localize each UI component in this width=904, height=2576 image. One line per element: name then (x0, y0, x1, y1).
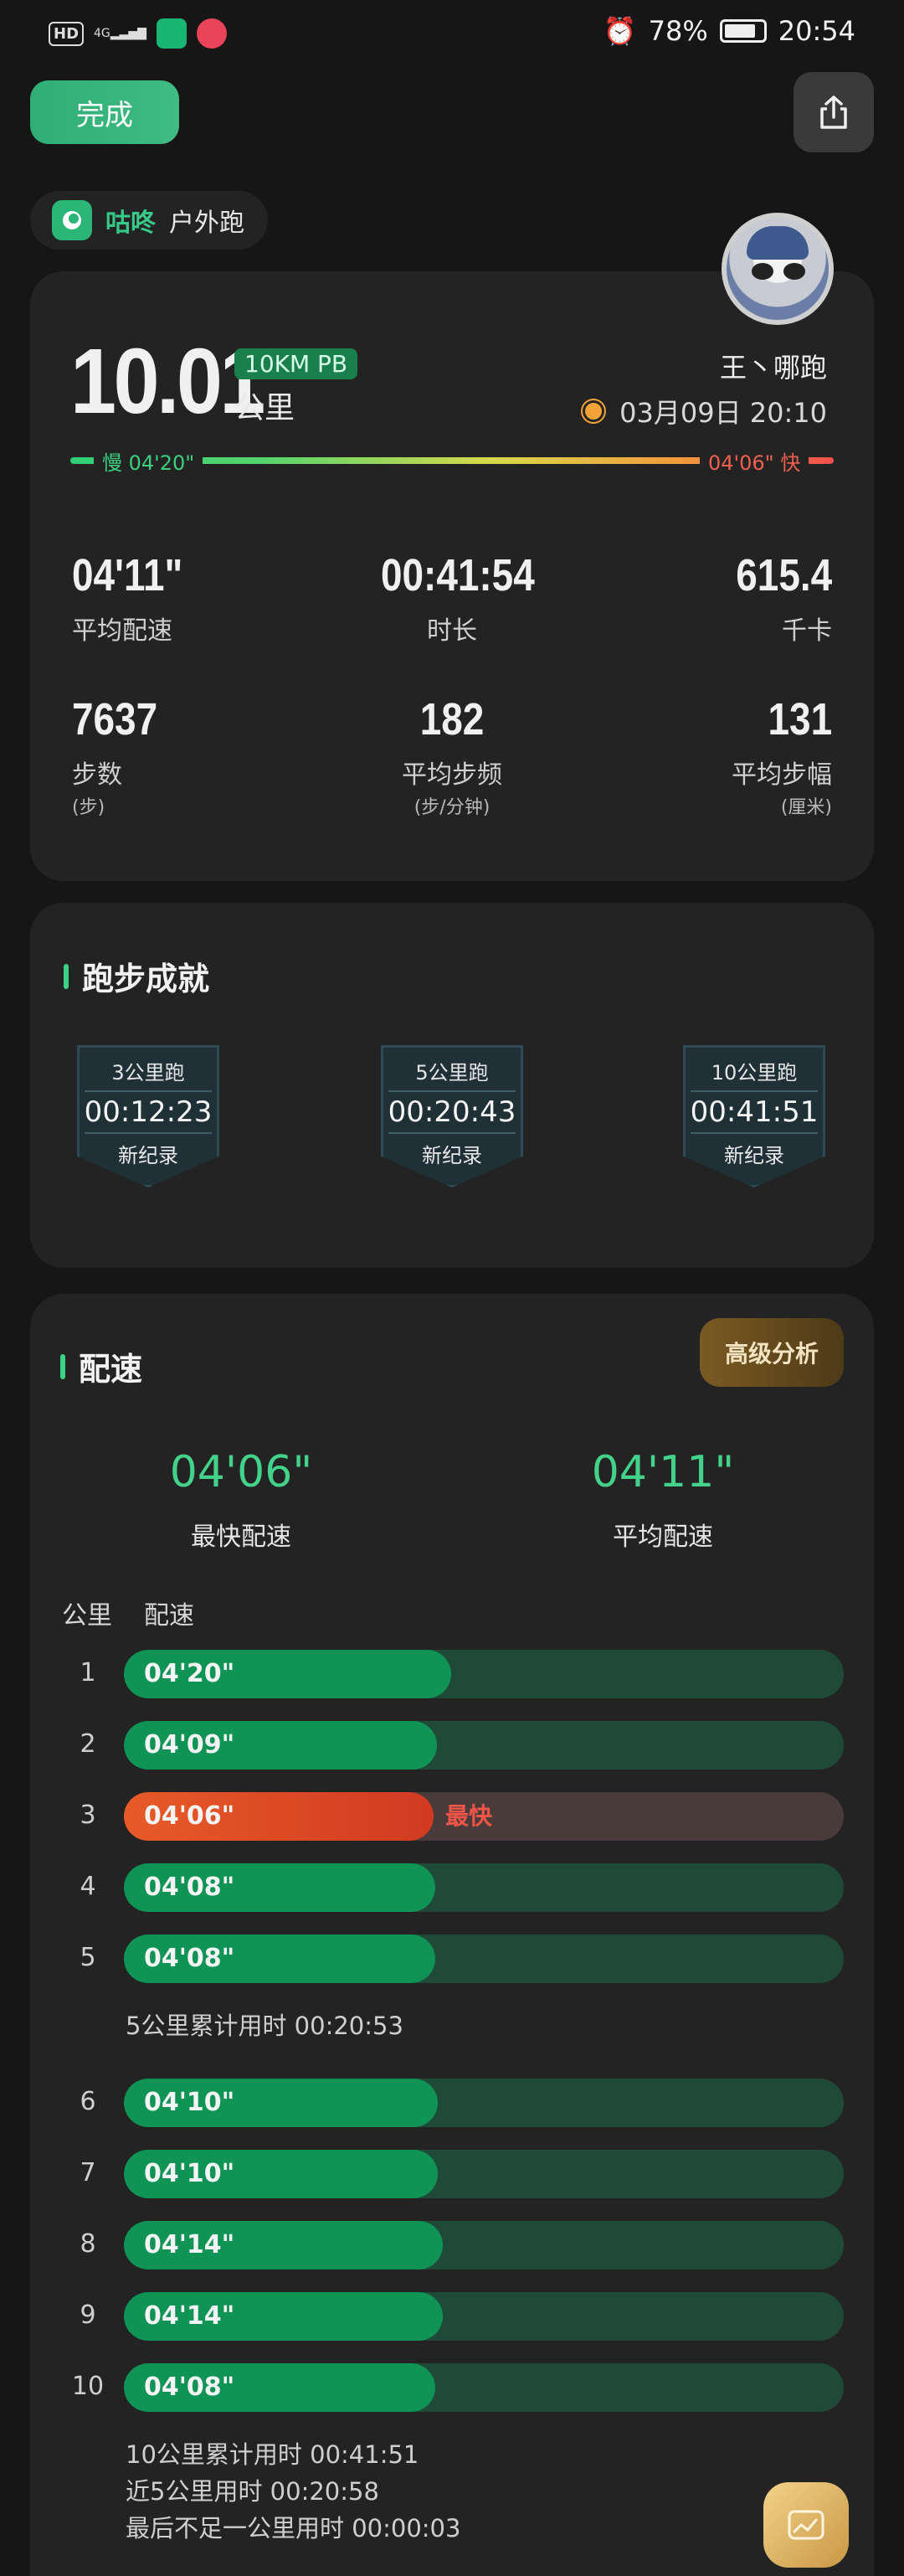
codoon-logo-icon (52, 200, 92, 240)
split-km-number: 2 (80, 1729, 96, 1759)
fastest-pace-value: 04'06" (169, 1447, 313, 1497)
sport-type-tag: 咕咚 户外跑 (30, 191, 268, 250)
medal-record: 新纪录 (422, 1144, 482, 1167)
column-header-km: 公里 (62, 1601, 112, 1631)
split-bar-track: 04'14" (124, 2221, 844, 2269)
split-km-number: 6 (80, 2087, 96, 2116)
split-pace-label: 04'08" (144, 1873, 235, 1902)
stat-unit-cadence: (步/分钟) (413, 797, 491, 818)
done-button[interactable]: 完成 (30, 80, 179, 144)
split-km-number: 1 (80, 1658, 96, 1687)
medal-record: 新纪录 (118, 1144, 178, 1167)
status-left: HD 4G▂▃▅▇ (49, 18, 227, 49)
brand-name: 咕咚 (105, 209, 156, 238)
split-bar-track: 04'06" 最快 (124, 1792, 844, 1841)
split-bar-track: 04'08" (124, 1863, 844, 1912)
split-km-number: 4 (80, 1872, 96, 1901)
stat-label-calories: 千卡 (782, 616, 832, 646)
split-pace-label: 04'08" (144, 1944, 235, 1973)
split-pace-label: 04'14" (144, 2301, 235, 2331)
medal-name: 5公里跑 (415, 1061, 489, 1084)
stat-value-cadence: 182 (419, 694, 485, 744)
split-bar-track: 04'10" (124, 2079, 844, 2127)
network-type: 4G (94, 27, 110, 40)
run-datetime: 03月09日 20:10 (619, 397, 827, 429)
avatar[interactable] (722, 213, 834, 325)
average-pace-value: 04'11" (591, 1447, 735, 1497)
split-km-number: 7 (80, 2158, 96, 2187)
split-bar-track: 04'08" (124, 2363, 844, 2412)
medal-time: 00:20:43 (388, 1090, 516, 1134)
stat-value-duration: 00:41:54 (381, 550, 535, 600)
note-last-5km: 近5公里用时 00:20:58 (126, 2477, 379, 2506)
share-icon (820, 95, 847, 129)
note-10km-total: 10公里累计用时 00:41:51 (126, 2440, 419, 2469)
split-pace-label: 04'10" (144, 2088, 235, 2117)
floating-share-card-button[interactable] (763, 2482, 849, 2568)
split-bar-track: 04'08" (124, 1935, 844, 1983)
alarm-icon: ⏰ (603, 15, 637, 47)
pace-slow-label: 慢 04'20" (94, 446, 203, 475)
battery-icon (719, 19, 767, 43)
medal-time: 00:12:23 (84, 1090, 213, 1134)
sun-icon (579, 397, 608, 425)
achievements-title: 跑步成就 (64, 953, 209, 999)
pace-fast-label: 04'06" 快 (700, 446, 809, 475)
fastest-split-tag: 最快 (445, 1802, 493, 1830)
pace-title: 配速 (60, 1343, 142, 1389)
split-pace-label: 04'08" (144, 2372, 235, 2402)
average-pace-label: 平均配速 (613, 1522, 713, 1552)
note-remainder: 最后不足一公里用时 00:00:03 (126, 2514, 461, 2543)
split-pace-label: 04'09" (144, 1730, 235, 1759)
split-bar-track: 04'10" (124, 2150, 844, 2198)
distance-unit: 公里 (234, 391, 295, 425)
stat-unit-stride: (厘米) (780, 797, 832, 818)
stat-label-avg-pace: 平均配速 (72, 616, 172, 646)
photo-card-icon (788, 2510, 824, 2540)
note-5km-total: 5公里累计用时 00:20:53 (126, 2012, 403, 2040)
medal-record: 新纪录 (724, 1144, 784, 1167)
clock: 20:54 (778, 15, 855, 47)
fastest-pace-label: 最快配速 (191, 1522, 291, 1552)
pb-badge: 10KM PB (234, 348, 358, 379)
battery-percent: 78% (648, 15, 708, 47)
stat-value-stride: 131 (768, 694, 832, 744)
medal-time: 00:41:51 (690, 1090, 819, 1134)
split-bar-track: 04'09" (124, 1721, 844, 1770)
split-km-number: 3 (80, 1801, 96, 1830)
split-pace-label: 04'10" (144, 2159, 235, 2188)
split-km-number: 8 (80, 2229, 96, 2259)
status-right: ⏰ 78% 20:54 (604, 15, 855, 47)
medal-name: 10公里跑 (711, 1061, 798, 1084)
split-bar-track: 04'20" (124, 1650, 844, 1698)
split-km-number: 9 (80, 2300, 96, 2330)
split-pace-label: 04'06" (144, 1801, 235, 1831)
column-header-pace: 配速 (144, 1601, 194, 1631)
sport-type: 户外跑 (169, 209, 244, 238)
share-button[interactable] (794, 72, 874, 152)
status-bar: HD 4G▂▃▅▇ ⏰ 78% 20:54 (0, 0, 904, 67)
split-pace-label: 04'14" (144, 2230, 235, 2259)
datetime-row: 03月09日 20:10 (579, 392, 827, 430)
signal-icon: 4G▂▃▅▇ (94, 27, 146, 40)
app-notification-icon (156, 18, 187, 49)
split-pace-label: 04'20" (144, 1659, 235, 1688)
stat-value-calories: 615.4 (736, 550, 832, 600)
stat-value-steps: 7637 (72, 694, 158, 744)
advanced-analysis-button[interactable]: 高级分析 (700, 1318, 844, 1387)
stat-label-cadence: 平均步频 (402, 760, 502, 790)
stat-label-steps: 步数 (72, 760, 122, 790)
app-notification-icon-2 (196, 18, 227, 49)
stat-value-avg-pace: 04'11" (72, 550, 183, 600)
stat-label-stride: 平均步幅 (732, 760, 832, 790)
split-bar-track: 04'14" (124, 2292, 844, 2341)
hd-indicator: HD (49, 21, 85, 46)
medal-name: 3公里跑 (111, 1061, 185, 1084)
split-km-number: 10 (71, 2372, 105, 2401)
stat-label-duration: 时长 (427, 616, 477, 646)
split-km-number: 5 (80, 1943, 96, 1972)
stat-unit-steps: (步) (72, 797, 105, 818)
user-name: 王丶哪跑 (719, 352, 827, 384)
